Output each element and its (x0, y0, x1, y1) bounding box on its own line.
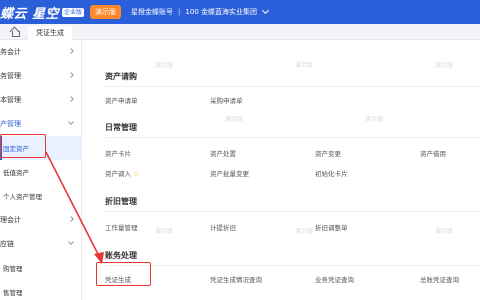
sidebar-item-asset-management[interactable]: 产管理 (0, 112, 82, 136)
link-workload-management[interactable]: 工作量管理 (105, 222, 138, 232)
link-asset-card[interactable]: 资产卡片 (105, 148, 131, 158)
link-asset-disposal[interactable]: 资产处置 (210, 148, 236, 158)
link-voucher-status-query[interactable]: 凭证生成情况查询 (210, 274, 262, 284)
watermark: 演示版 (295, 228, 314, 235)
link-asset-application[interactable]: 资产申请单 (105, 95, 138, 105)
sidebar-item-label: 应链 (0, 240, 14, 248)
watermark: 演示版 (435, 62, 454, 69)
link-asset-batch-change[interactable]: 资产批量变更 (210, 168, 249, 178)
chevron-down-icon (68, 119, 74, 125)
sidebar-item-label: 产管理 (0, 120, 21, 128)
sidebar-item-finance-management[interactable]: 务管理 (0, 64, 82, 88)
link-purchase-request[interactable]: 采购申请单 (210, 95, 243, 105)
sidebar-item-supply-chain[interactable]: 应链 (0, 232, 82, 256)
chevron-right-icon (68, 216, 74, 222)
sidebar-item-label: 务会计 (0, 48, 21, 56)
account-label[interactable]: 星橙金蝶账号 (131, 7, 173, 17)
link-business-voucher-query[interactable]: 业务凭证查询 (315, 274, 354, 284)
section-title-asset-requisition: 资产请购 (105, 72, 137, 81)
sidebar-item-cost-management[interactable]: 本管理 (0, 88, 82, 112)
chevron-down-icon[interactable] (261, 6, 270, 15)
watermark: 演示版 (155, 228, 174, 235)
link-accrue-depreciation[interactable]: 计提折旧 (210, 222, 236, 232)
watermark: 演示版 (295, 62, 314, 69)
section-divider (105, 211, 480, 212)
link-depreciation-adjustment[interactable]: 折旧调整单 (315, 222, 348, 232)
sidebar-item-sales-management[interactable]: 售管理 (0, 280, 82, 300)
section-divider (105, 137, 480, 138)
star-icon[interactable]: ☆ (133, 170, 139, 178)
watermark: 演示版 (155, 62, 174, 69)
tab-voucher-generate[interactable]: 凭证生成 (28, 25, 72, 40)
chevron-right-icon (68, 72, 74, 78)
main-content: 演示版 演示版 演示版 演示版 演示版 演示版 演示版 演示版 资产请购 资产申… (83, 40, 480, 300)
sidebar-item-label: 理会计 (0, 216, 21, 224)
sidebar-item-finance-accounting[interactable]: 务会计 (0, 40, 82, 64)
sidebar-item-management-accounting[interactable]: 理会计 (0, 208, 82, 232)
link-asset-borrow[interactable]: 资产借用 (420, 148, 446, 158)
sidebar-item-low-value-assets[interactable]: 低值资产 (0, 160, 82, 184)
watermark: 演示版 (365, 116, 384, 123)
section-divider (105, 265, 480, 266)
section-title-depreciation: 折旧管理 (105, 197, 137, 206)
link-asset-transfer-in[interactable]: 资产调入 ☆ (105, 168, 139, 178)
chevron-down-icon (68, 239, 74, 245)
watermark: 演示版 (435, 228, 454, 235)
sidebar-item-label: 低值资产 (3, 169, 29, 177)
sidebar: 务会计 务管理 本管理 产管理 固定资产 低值资产 个人资产管理 理会计 应链 … (0, 40, 82, 300)
sidebar-item-label: 本管理 (0, 96, 21, 104)
section-title-accounting: 账务处理 (105, 251, 137, 260)
link-ledger-voucher-query[interactable]: 总账凭证查询 (420, 274, 459, 284)
top-header: 蝶云 星空 企业版 演示版 星橙金蝶账号 | 100 金蝶蓝海实业集团 (0, 0, 480, 24)
annotation-box-fixed-assets (0, 134, 46, 158)
section-title-daily-management: 日常管理 (105, 123, 137, 132)
sidebar-item-label: 购管理 (3, 265, 23, 273)
sidebar-item-personal-assets[interactable]: 个人资产管理 (0, 184, 82, 208)
chevron-right-icon (68, 96, 74, 102)
link-asset-change[interactable]: 资产变更 (315, 148, 341, 158)
org-selector[interactable]: 100 金蝶蓝海实业集团 (185, 7, 257, 17)
edition-tag: 企业版 (62, 7, 85, 17)
watermark: 演示版 (225, 116, 244, 123)
home-icon[interactable] (10, 28, 20, 37)
demo-badge: 演示版 (90, 5, 122, 19)
header-separator: | (178, 8, 181, 16)
sidebar-item-label: 务管理 (0, 72, 21, 80)
sidebar-item-label: 售管理 (3, 289, 23, 297)
link-initial-card[interactable]: 初始化卡片 (315, 168, 348, 178)
chevron-right-icon (68, 48, 74, 54)
sidebar-item-purchase-management[interactable]: 购管理 (0, 256, 82, 280)
tab-strip: 凭证生成 (0, 24, 480, 40)
section-divider (105, 86, 480, 87)
brand-logo[interactable]: 蝶云 星空 (0, 3, 59, 22)
link-label: 资产调入 (105, 170, 131, 178)
annotation-box-voucher-generate (96, 262, 151, 286)
sidebar-item-label: 个人资产管理 (3, 193, 42, 201)
